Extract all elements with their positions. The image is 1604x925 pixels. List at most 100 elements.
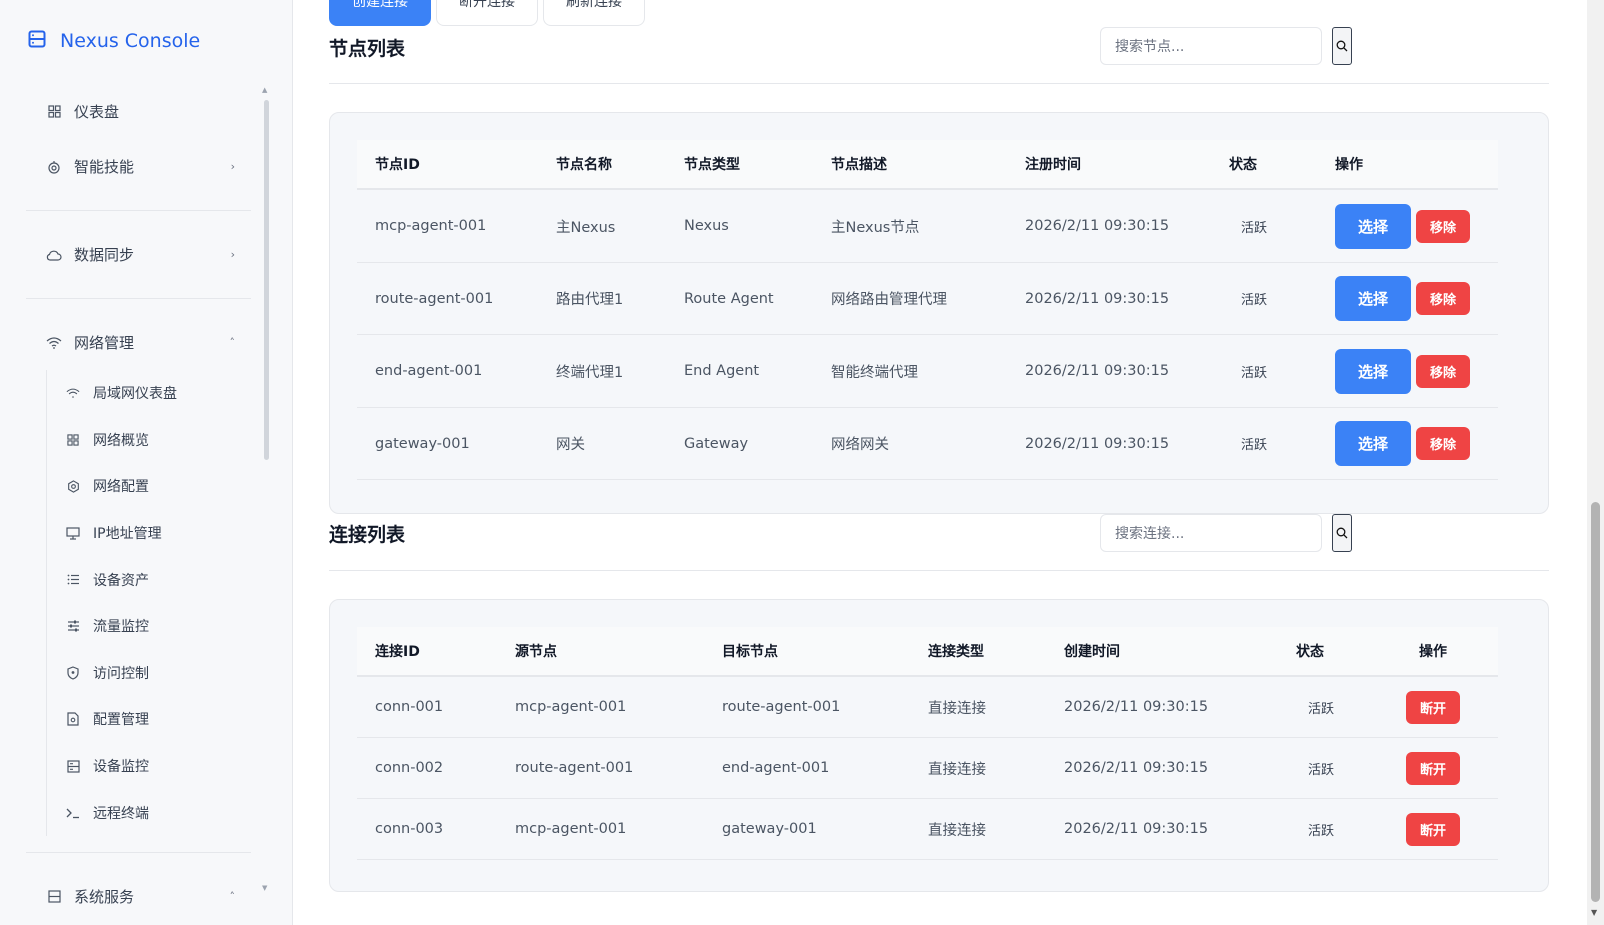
sidebar-item-network-overview[interactable]: 网络概览: [47, 417, 251, 464]
status-badge: 活跃: [1241, 220, 1268, 236]
connection-search-button[interactable]: [1332, 514, 1352, 552]
connections-table: 连接ID 源节点 目标节点 连接类型 创建时间 状态 操作 conn-001 m…: [357, 627, 1498, 860]
conn-target: route-agent-001: [722, 699, 841, 715]
conn-id: conn-001: [375, 699, 444, 715]
disconnect-row-button[interactable]: 断开: [1406, 812, 1460, 846]
conn-type: 直接连接: [928, 761, 986, 778]
col-header: 目标节点: [722, 644, 778, 660]
node-desc: 网络路由管理代理: [831, 292, 947, 308]
row-actions: 选择 移除: [1317, 276, 1497, 321]
brand[interactable]: Nexus Console: [28, 30, 200, 52]
col-header: 节点名称: [556, 157, 612, 173]
server-icon: [46, 888, 62, 904]
chevron-up-icon: ˄: [229, 889, 236, 903]
connection-search-input[interactable]: 搜索连接...: [1100, 514, 1322, 552]
scrollbar-thumb[interactable]: [1591, 502, 1600, 902]
disconnect-button[interactable]: 断开连接: [436, 0, 538, 26]
sub-item-label: 设备监控: [93, 759, 149, 776]
sidebar-item-traffic-monitor[interactable]: 流量监控: [47, 603, 251, 650]
monitor-icon: [65, 525, 81, 541]
divider: [26, 851, 251, 853]
sidebar-item-label: 智能技能: [74, 158, 135, 176]
node-time: 2026/2/11 09:30:15: [1025, 290, 1170, 307]
status-badge: 活跃: [1308, 823, 1335, 839]
conn-id: conn-003: [375, 821, 444, 837]
dashboard-icon: [46, 104, 62, 120]
server-logo-icon: [28, 30, 46, 52]
conn-time: 2026/2/11 09:30:15: [1064, 760, 1209, 776]
select-button[interactable]: 选择: [1335, 348, 1411, 394]
col-header: 源节点: [515, 644, 557, 660]
node-type: Gateway: [684, 435, 749, 452]
remove-button[interactable]: 移除: [1416, 354, 1470, 388]
sidebar-scroll-down[interactable]: ▼: [262, 884, 267, 892]
disconnect-row-button[interactable]: 断开: [1406, 690, 1460, 724]
col-header: 状态: [1229, 157, 1257, 173]
node-desc: 智能终端代理: [831, 364, 918, 381]
select-button[interactable]: 选择: [1335, 276, 1411, 321]
chevron-right-icon: ›: [230, 160, 235, 173]
table-row: gateway-001 网关 Gateway 网络网关 2026/2/11 09…: [357, 408, 1498, 480]
sidebar-scrollbar[interactable]: [264, 100, 269, 460]
table-row: conn-003 mcp-agent-001 gateway-001 直接连接 …: [357, 799, 1498, 860]
sidebar-item-data-sync[interactable]: 数据同步 ›: [26, 227, 251, 282]
col-header: 连接类型: [928, 644, 984, 660]
sidebar-item-label: 网络管理: [74, 334, 135, 352]
sidebar-item-ip-management[interactable]: IP地址管理: [47, 510, 251, 557]
grid-icon: [65, 432, 81, 448]
node-search-button[interactable]: [1332, 27, 1352, 65]
sub-item-label: 网络概览: [93, 432, 149, 449]
sidebar-item-dashboard[interactable]: 仪表盘: [26, 84, 251, 139]
brand-title: Nexus Console: [60, 30, 201, 52]
node-id: mcp-agent-001: [375, 218, 487, 234]
sidebar-item-config-management[interactable]: 配置管理: [47, 696, 251, 743]
remove-button[interactable]: 移除: [1416, 282, 1470, 315]
page-scrollbar[interactable]: ▼: [1587, 0, 1604, 925]
status-badge: 活跃: [1241, 438, 1268, 453]
col-header: 创建时间: [1064, 644, 1120, 660]
sidebar-item-skills[interactable]: 智能技能 ›: [26, 139, 251, 194]
sliders-icon: [65, 618, 81, 634]
select-button[interactable]: 选择: [1335, 421, 1411, 466]
conn-target: end-agent-001: [722, 760, 830, 776]
sub-item-label: IP地址管理: [93, 526, 162, 543]
disconnect-row-button[interactable]: 断开: [1406, 751, 1460, 785]
sidebar-item-device-monitor[interactable]: 设备监控: [47, 743, 251, 790]
node-desc: 主Nexus节点: [831, 219, 920, 236]
wifi-icon: [46, 335, 62, 351]
node-type: Nexus: [684, 218, 729, 234]
node-name: 路由代理1: [556, 292, 624, 308]
sidebar-scroll-up[interactable]: ▲: [262, 86, 267, 94]
sidebar-item-system-services[interactable]: 系统服务 ˄: [26, 869, 251, 924]
status-badge: 活跃: [1241, 293, 1268, 308]
sidebar-item-access-control[interactable]: 访问控制: [47, 650, 251, 697]
cloud-icon: [46, 247, 62, 263]
conn-type: 直接连接: [928, 700, 986, 717]
create-connection-button[interactable]: 创建连接: [329, 0, 431, 26]
sub-item-label: 流量监控: [93, 619, 149, 636]
node-id: gateway-001: [375, 435, 470, 452]
conn-type: 直接连接: [928, 822, 986, 839]
sidebar-item-network[interactable]: 网络管理 ˄: [26, 315, 251, 370]
status-badge: 活跃: [1308, 762, 1335, 778]
col-header: 节点描述: [831, 157, 887, 173]
sidebar-item-network-config[interactable]: 网络配置: [47, 463, 251, 510]
node-type: End Agent: [684, 363, 760, 379]
remove-button[interactable]: 移除: [1416, 209, 1470, 243]
sidebar-item-remote-terminal[interactable]: 远程终端: [47, 789, 251, 836]
toolbar: 创建连接 断开连接 刷新连接: [329, 0, 645, 26]
sidebar-item-device-assets[interactable]: 设备资产: [47, 556, 251, 603]
sidebar-item-lan-dashboard[interactable]: 局域网仪表盘: [47, 370, 251, 417]
scroll-down-arrow-icon[interactable]: ▼: [1591, 908, 1597, 917]
file-icon: [65, 711, 81, 727]
refresh-button[interactable]: 刷新连接: [543, 0, 645, 26]
remove-button[interactable]: 移除: [1416, 427, 1470, 460]
status-badge: 活跃: [1308, 701, 1335, 717]
conn-source: mcp-agent-001: [515, 821, 627, 837]
connections-card: 连接ID 源节点 目标节点 连接类型 创建时间 状态 操作 conn-001 m…: [329, 599, 1549, 892]
conn-time: 2026/2/11 09:30:15: [1064, 821, 1209, 837]
select-button[interactable]: 选择: [1335, 203, 1411, 249]
conn-target: gateway-001: [722, 821, 817, 837]
node-search-input[interactable]: 搜索节点...: [1100, 27, 1322, 65]
sidebar-nav: 仪表盘 智能技能 › 数据同步 › 网络管理 ˄ 局域网仪表盘 网络概览 网络配…: [26, 84, 251, 925]
